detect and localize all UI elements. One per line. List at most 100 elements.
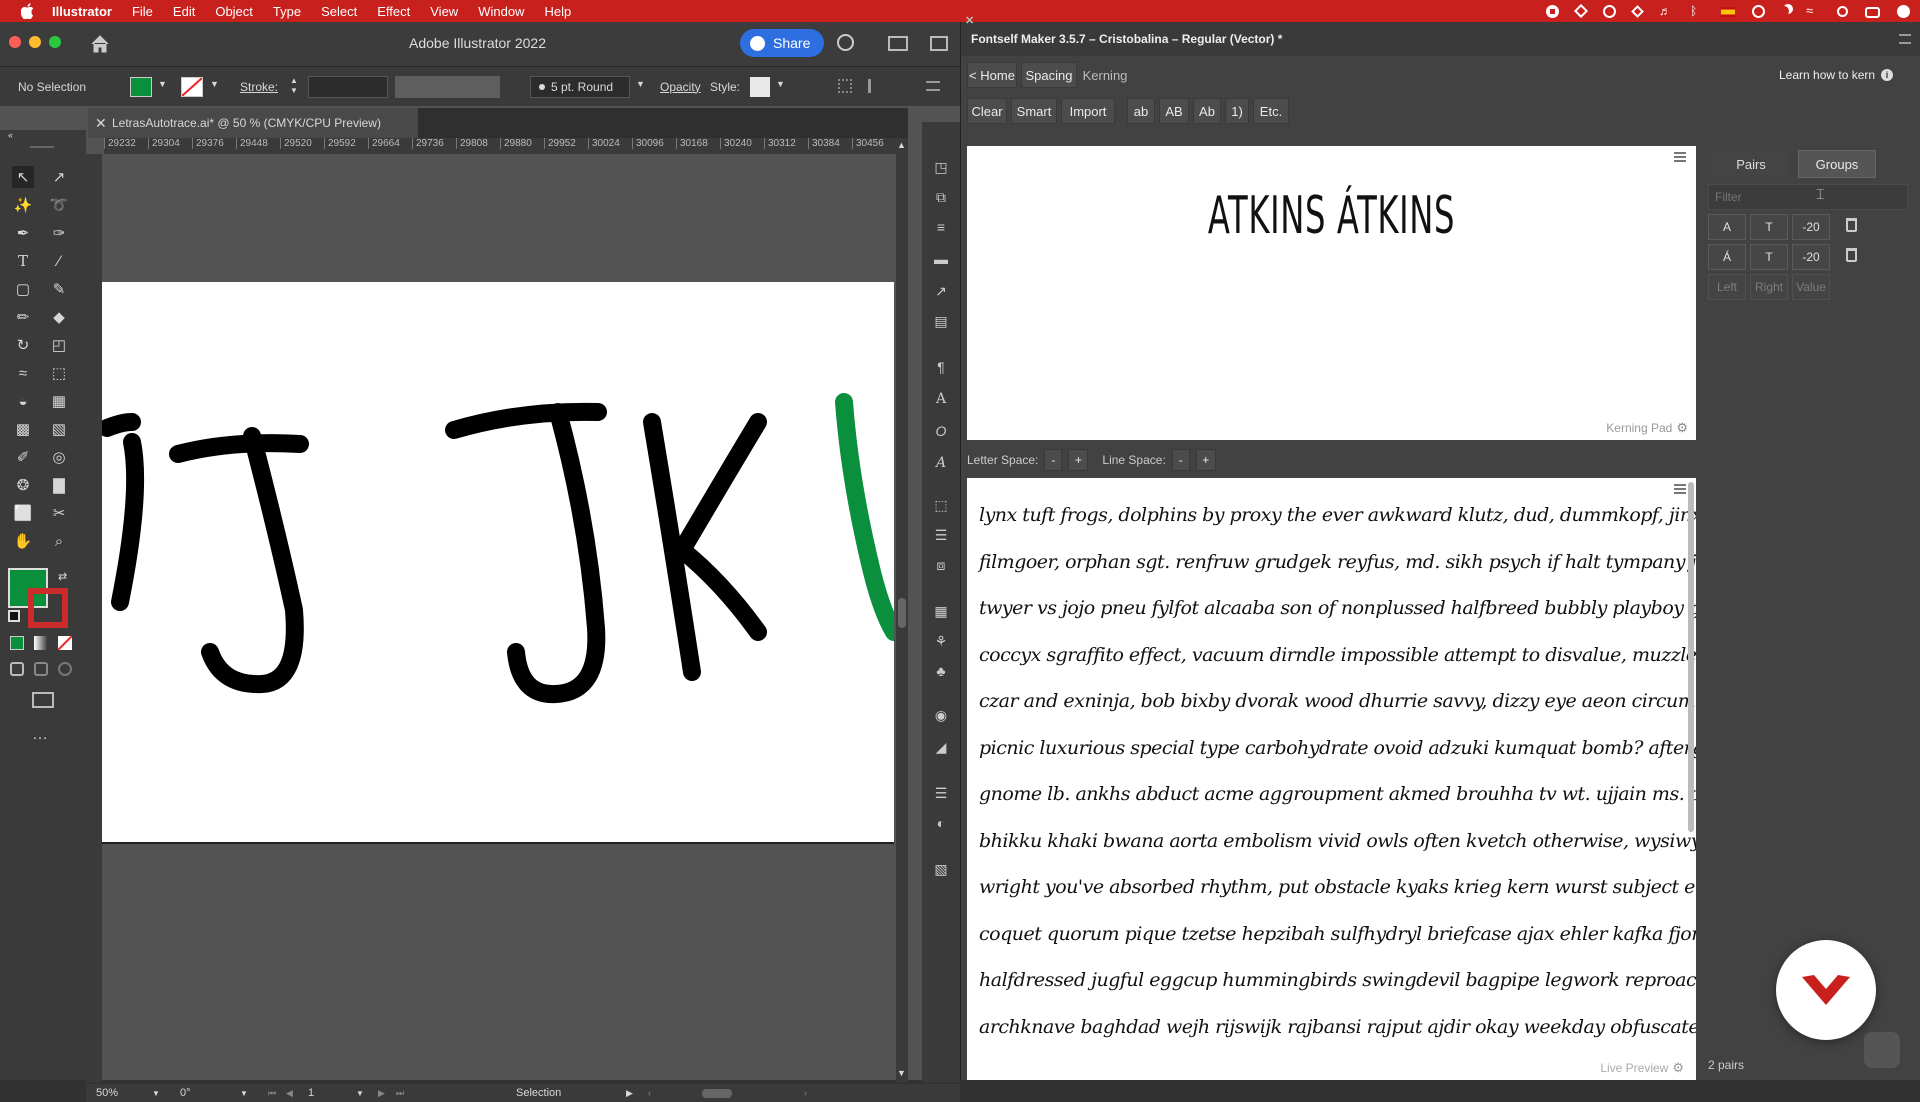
zoom-level[interactable]: 50% bbox=[96, 1087, 118, 1099]
menu-window[interactable]: Window bbox=[478, 4, 524, 19]
export-icon[interactable]: ↗ bbox=[931, 282, 951, 300]
menu-type[interactable]: Type bbox=[273, 4, 301, 19]
home-button[interactable]: < Home bbox=[967, 62, 1017, 88]
stroke-weight-input[interactable] bbox=[308, 76, 388, 98]
opentype-icon[interactable]: O bbox=[931, 422, 951, 440]
chat-bubble-icon[interactable] bbox=[1864, 1032, 1900, 1068]
letter-space-decrease[interactable]: - bbox=[1044, 449, 1063, 471]
direct-selection-tool-icon[interactable]: ↗ bbox=[48, 166, 70, 188]
scroll-thumb[interactable] bbox=[898, 598, 906, 628]
close-icon[interactable]: ✕ bbox=[95, 115, 107, 132]
draw-inside-icon[interactable] bbox=[58, 662, 72, 676]
clock-icon[interactable] bbox=[1752, 4, 1765, 18]
color-mode-icon[interactable] bbox=[10, 636, 24, 650]
live-preview[interactable]: lynx tuft frogs, dolphins by proxy the e… bbox=[967, 478, 1696, 1080]
libraries-icon[interactable]: ▤ bbox=[931, 312, 951, 330]
none-mode-icon[interactable] bbox=[57, 635, 73, 651]
symbols-icon[interactable]: ♣ bbox=[931, 662, 951, 680]
symbol-sprayer-icon[interactable]: ❂ bbox=[12, 474, 34, 496]
chevron-down-icon[interactable]: ▼ bbox=[776, 79, 785, 89]
kerning-pad-text[interactable]: ATKINS ÁTKINS bbox=[1106, 186, 1558, 246]
swatches-icon[interactable]: ▦ bbox=[931, 602, 951, 620]
line-space-decrease[interactable]: - bbox=[1171, 449, 1190, 471]
dropbox-icon[interactable] bbox=[1573, 3, 1589, 19]
comments-icon[interactable]: ▬ bbox=[931, 250, 951, 268]
groups-tab[interactable]: Groups bbox=[1798, 150, 1876, 178]
pair-kern-value[interactable]: -20 bbox=[1792, 214, 1830, 240]
width-tool-icon[interactable]: ≈ bbox=[12, 362, 34, 384]
scale-icon[interactable]: ◰ bbox=[48, 334, 70, 356]
free-transform-icon[interactable]: ⬚ bbox=[48, 362, 70, 384]
floating-brand-button[interactable] bbox=[1776, 940, 1876, 1040]
rotation-value[interactable]: 0° bbox=[180, 1087, 191, 1099]
hand-tool-icon[interactable]: ✋ bbox=[12, 530, 34, 552]
record-icon[interactable] bbox=[1546, 4, 1559, 18]
swap-icon[interactable]: ⇄ bbox=[58, 570, 67, 583]
new-pair-left-input[interactable]: Left bbox=[1708, 274, 1746, 300]
last-artboard-icon[interactable]: ⏭ bbox=[396, 1088, 404, 1099]
layers-icon[interactable]: ◳ bbox=[931, 158, 951, 176]
network-icon[interactable] bbox=[1631, 4, 1644, 18]
graphic-styles-icon[interactable]: ◉ bbox=[931, 706, 951, 724]
case-uppercase-button[interactable]: AB bbox=[1159, 98, 1189, 124]
volume-icon[interactable]: ♬ bbox=[1659, 4, 1673, 18]
shaper-icon[interactable]: ✏ bbox=[12, 306, 34, 328]
lasso-icon[interactable]: ➰ bbox=[48, 194, 70, 216]
chevron-down-icon[interactable]: ▼ bbox=[152, 1089, 160, 1098]
brush-dropdown[interactable]: 5 pt. Round bbox=[530, 76, 630, 98]
trash-icon[interactable] bbox=[1846, 218, 1857, 232]
magic-wand-icon[interactable]: ✨ bbox=[12, 194, 34, 216]
stroke-swatch[interactable] bbox=[181, 77, 203, 97]
preview-text[interactable]: lynx tuft frogs, dolphins by proxy the e… bbox=[979, 492, 1696, 1050]
line-tool-icon[interactable]: ∕ bbox=[48, 250, 70, 272]
scroll-right-icon[interactable]: › bbox=[804, 1088, 807, 1098]
transform-panel-icon[interactable]: ⬚ bbox=[931, 496, 951, 514]
menu-edit[interactable]: Edit bbox=[173, 4, 195, 19]
type-tool-icon[interactable]: T bbox=[12, 250, 34, 272]
draw-behind-icon[interactable] bbox=[34, 662, 48, 676]
artboards-icon[interactable]: ⧉ bbox=[931, 188, 951, 206]
shape-builder-icon[interactable]: ◒ bbox=[12, 390, 34, 412]
search-icon[interactable] bbox=[837, 34, 854, 51]
pair-right-glyph[interactable]: T bbox=[1750, 244, 1788, 270]
import-button[interactable]: Import bbox=[1061, 98, 1115, 124]
default-colors-icon[interactable] bbox=[8, 610, 20, 622]
new-pair-right-input[interactable]: Right bbox=[1750, 274, 1788, 300]
mesh-icon[interactable]: ▩ bbox=[12, 418, 34, 440]
curvature-icon[interactable]: ✑ bbox=[48, 222, 70, 244]
filter-input[interactable] bbox=[1708, 184, 1908, 210]
trash-icon[interactable] bbox=[1846, 248, 1857, 262]
chevron-down-icon[interactable]: ▼ bbox=[210, 79, 219, 89]
share-button[interactable]: Share bbox=[740, 29, 824, 57]
eyedropper-icon[interactable]: ✐ bbox=[12, 446, 34, 468]
perspective-icon[interactable]: ▦ bbox=[48, 390, 70, 412]
stroke-panel-icon[interactable]: ☰ bbox=[931, 784, 951, 802]
menu-select[interactable]: Select bbox=[321, 4, 357, 19]
status-menu-icon[interactable]: ▶ bbox=[626, 1088, 633, 1099]
transparency-icon[interactable]: ◐ bbox=[931, 814, 951, 832]
character-icon[interactable]: A bbox=[931, 390, 951, 408]
properties-icon[interactable]: ≡ bbox=[931, 218, 951, 236]
kerning-pad-menu-icon[interactable] bbox=[1674, 152, 1686, 162]
vertical-scrollbar[interactable]: ▲ ▼ bbox=[896, 138, 908, 1082]
gear-icon[interactable]: ⚙ bbox=[1676, 420, 1688, 436]
document-tab[interactable]: ✕ LetrasAutotrace.ai* @ 50 % (CMYK/CPU P… bbox=[88, 108, 418, 138]
gradient-icon[interactable]: ▧ bbox=[48, 418, 70, 440]
glyphs-icon[interactable]: A bbox=[931, 454, 951, 472]
stroke-color-swatch[interactable] bbox=[28, 588, 68, 628]
kerning-pad[interactable]: ATKINS ÁTKINS Kerning Pad ⚙ bbox=[967, 146, 1696, 440]
case-lowercase-button[interactable]: ab bbox=[1127, 98, 1155, 124]
align-panel-icon[interactable]: ☰ bbox=[931, 526, 951, 544]
canvas[interactable] bbox=[102, 154, 908, 1080]
pathfinder-icon[interactable]: ⧈ bbox=[931, 556, 951, 574]
next-artboard-icon[interactable]: ▶ bbox=[378, 1088, 385, 1099]
menu-help[interactable]: Help bbox=[544, 4, 571, 19]
pair-right-glyph[interactable]: T bbox=[1750, 214, 1788, 240]
pairs-tab[interactable]: Pairs bbox=[1712, 150, 1790, 178]
etc-button[interactable]: Etc. bbox=[1253, 98, 1289, 124]
menu-app-name[interactable]: Illustrator bbox=[52, 4, 112, 19]
panel-menu-icon[interactable] bbox=[926, 81, 940, 91]
menu-effect[interactable]: Effect bbox=[377, 4, 410, 19]
artboard-number[interactable]: 1 bbox=[308, 1087, 314, 1099]
grip-handle[interactable] bbox=[30, 146, 54, 148]
